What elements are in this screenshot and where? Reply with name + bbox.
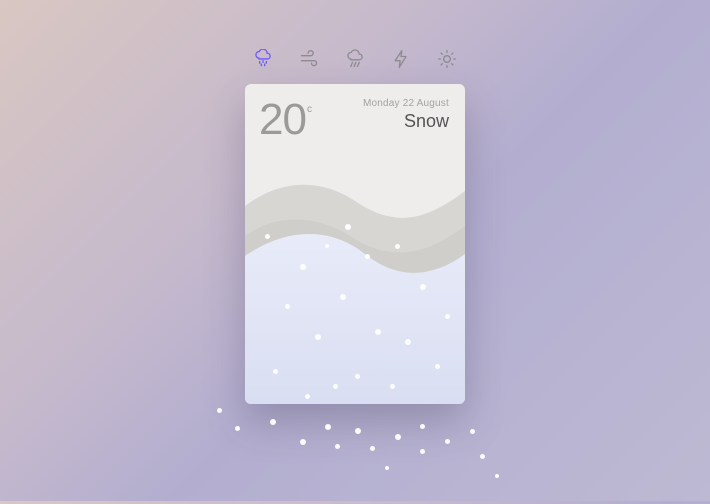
temperature-unit: c [307, 104, 312, 115]
snowflake [325, 424, 331, 430]
temperature-value: 20 [259, 98, 306, 142]
weather-card: 20 c Monday 22 August Snow [245, 84, 465, 404]
snowflake [370, 446, 375, 451]
snowflake [470, 429, 475, 434]
condition-label: Snow [363, 111, 449, 132]
weather-meta: Monday 22 August Snow [363, 98, 449, 142]
snowflake [395, 434, 401, 440]
snowflake [355, 428, 361, 434]
sun-icon[interactable] [436, 48, 458, 70]
snow-icon[interactable] [252, 48, 274, 70]
snowflake [335, 444, 340, 449]
wind-icon[interactable] [298, 48, 320, 70]
rain-icon[interactable] [344, 48, 366, 70]
weather-widget: 20 c Monday 22 August Snow [245, 48, 465, 404]
date-label: Monday 22 August [363, 98, 449, 109]
thunder-icon[interactable] [390, 48, 412, 70]
snowflake [495, 474, 499, 478]
snowflake [445, 439, 450, 444]
weather-type-tabs [245, 48, 465, 70]
snowflake [385, 466, 389, 470]
snowflake [217, 408, 222, 413]
snowflake [235, 426, 240, 431]
card-header: 20 c Monday 22 August Snow [245, 84, 465, 142]
snowflake [420, 424, 425, 429]
hills-illustration [245, 166, 465, 404]
snowflake [480, 454, 485, 459]
temperature: 20 c [259, 98, 312, 142]
snowflake [300, 439, 306, 445]
snowflake [270, 419, 276, 425]
snowflake [420, 449, 425, 454]
